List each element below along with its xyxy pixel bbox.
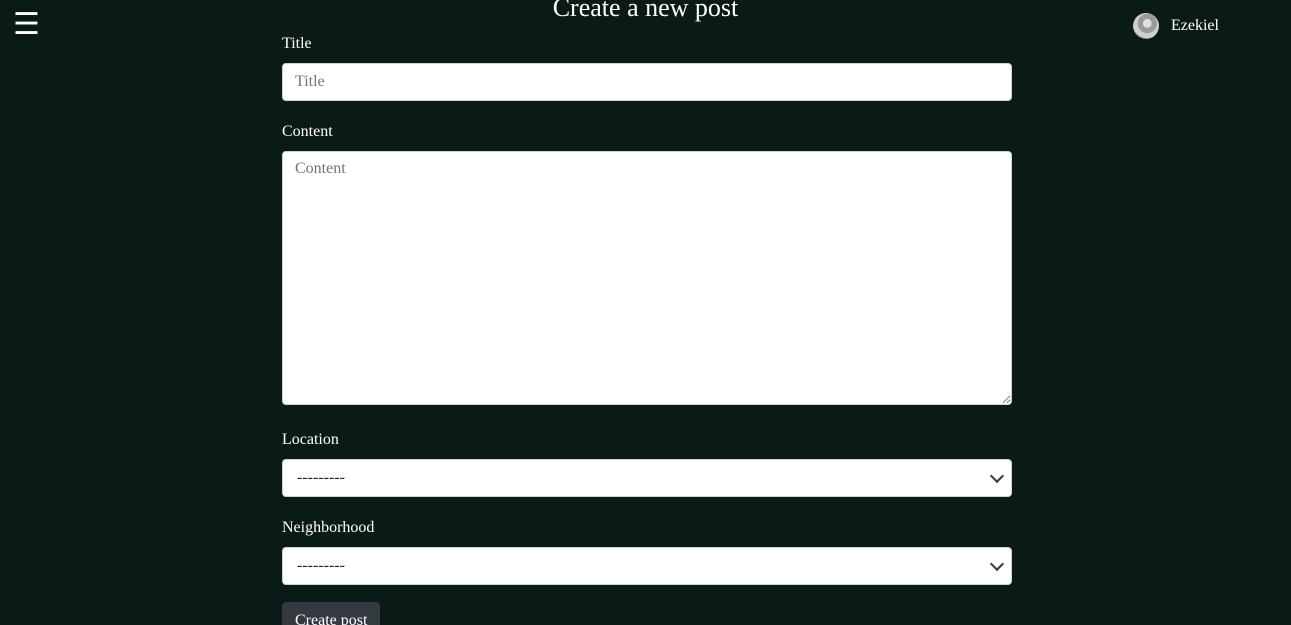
content-field: Content (282, 121, 1012, 405)
neighborhood-field: Neighborhood --------- (282, 517, 1012, 585)
avatar[interactable] (1133, 13, 1159, 39)
location-label: Location (282, 431, 339, 448)
create-post-button[interactable]: Create post (282, 602, 381, 625)
content-textarea[interactable] (282, 151, 1012, 405)
neighborhood-select-value[interactable]: --------- (282, 547, 1012, 585)
title-field: Title (282, 33, 1012, 101)
location-select-value[interactable]: --------- (282, 459, 1012, 497)
page: ☰ Create a new post Ezekiel Title Conten… (0, 0, 1291, 625)
neighborhood-label: Neighborhood (282, 519, 375, 536)
page-title: Create a new post (552, 0, 739, 22)
user-menu[interactable]: Ezekiel (1133, 13, 1219, 39)
title-input[interactable] (282, 63, 1012, 101)
location-select[interactable]: --------- (282, 459, 1012, 497)
create-post-form: Title Content Location --------- Neighbo… (282, 33, 1012, 625)
title-label: Title (282, 35, 312, 52)
location-field: Location --------- (282, 429, 1012, 497)
neighborhood-select[interactable]: --------- (282, 547, 1012, 585)
username[interactable]: Ezekiel (1171, 17, 1219, 35)
content-label: Content (282, 123, 333, 140)
